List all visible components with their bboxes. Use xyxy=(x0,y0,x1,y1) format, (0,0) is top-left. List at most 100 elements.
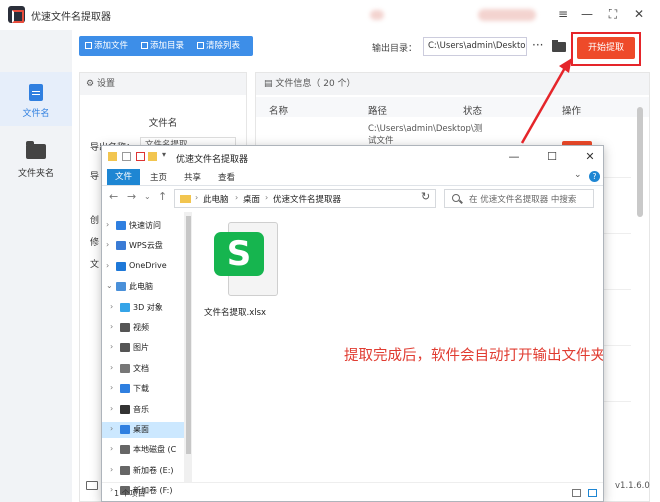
explorer-maximize-button[interactable]: ☐ xyxy=(542,149,562,165)
nav-item[interactable]: › 快速访问 xyxy=(102,218,184,234)
nav-item-label: OneDrive xyxy=(129,260,167,270)
up-arrow-icon[interactable]: ↑ xyxy=(158,190,167,203)
recent-dropdown-icon[interactable]: ⌄ xyxy=(144,192,151,201)
app-title: 优速文件名提取器 xyxy=(31,12,111,23)
expand-caret-icon[interactable]: › xyxy=(110,342,113,351)
nav-item[interactable]: › 图片 xyxy=(102,340,184,356)
expand-caret-icon[interactable]: › xyxy=(110,404,113,413)
expand-caret-icon[interactable]: › xyxy=(110,383,113,392)
expand-caret-icon[interactable]: › xyxy=(110,302,113,311)
nav-item[interactable]: › 新加卷 (E:) xyxy=(102,463,184,479)
check-icon[interactable] xyxy=(136,152,145,161)
output-dir-label: 输出目录： xyxy=(372,44,418,54)
sidebar: 文件名 文件夹名 xyxy=(0,30,72,502)
breadcrumb-separator-icon[interactable]: › xyxy=(195,193,198,202)
explorer-statusbar: 1 个项目 xyxy=(102,482,603,501)
expand-caret-icon[interactable]: › xyxy=(106,240,109,249)
back-arrow-icon[interactable]: ← xyxy=(109,190,118,203)
forward-arrow-icon[interactable]: → xyxy=(127,190,136,203)
expand-caret-icon[interactable]: › xyxy=(110,465,113,474)
address-bar[interactable]: › 此电脑 › 桌面 › 优速文件名提取器 ⌄ xyxy=(174,189,482,208)
close-button[interactable]: ✕ xyxy=(630,5,648,23)
clear-list-button[interactable]: 清除列表 xyxy=(197,36,240,56)
new-folder-icon[interactable] xyxy=(148,152,157,161)
folder-icon xyxy=(108,152,117,161)
explorer-close-button[interactable]: ✕ xyxy=(580,149,600,165)
help-icon[interactable]: ? xyxy=(589,171,600,182)
tab-home[interactable]: 主页 xyxy=(150,171,167,183)
breadcrumb-this-pc[interactable]: 此电脑 xyxy=(203,193,229,205)
sidebar-item-foldername[interactable]: 文件夹名 xyxy=(0,132,72,186)
breadcrumb-separator-icon[interactable]: › xyxy=(235,193,238,202)
nav-item-label: 下载 xyxy=(133,384,149,394)
download-icon xyxy=(120,384,130,394)
desktop-icon xyxy=(120,425,130,434)
xlsx-file-item[interactable]: S xyxy=(214,222,284,300)
row-path-cell: C:\Users\admin\Desktop\测试文件 xyxy=(368,124,483,146)
minimize-button[interactable]: — xyxy=(578,5,596,23)
properties-icon[interactable] xyxy=(122,152,131,161)
nav-item[interactable]: › WPS云盘 xyxy=(102,238,184,254)
item-count: 1 个项目 xyxy=(114,489,146,498)
more-options-button[interactable]: ··· xyxy=(532,38,543,52)
expand-caret-icon[interactable]: › xyxy=(106,220,109,229)
quick-access-dropdown-icon[interactable]: ▾ xyxy=(162,150,166,159)
nav-item[interactable]: › 视频 xyxy=(102,320,184,336)
add-file-icon xyxy=(85,42,92,49)
nav-item[interactable]: › 桌面 xyxy=(102,422,184,438)
browse-folder-icon[interactable] xyxy=(552,40,566,52)
add-file-label: 添加文件 xyxy=(94,41,129,51)
explorer-minimize-button[interactable]: — xyxy=(504,149,524,165)
refresh-icon[interactable]: ↻ xyxy=(421,190,430,203)
breadcrumb-separator-icon[interactable]: › xyxy=(265,193,268,202)
output-dir-input[interactable]: C:\Users\admin\Deskto xyxy=(423,37,527,56)
expand-caret-icon[interactable]: › xyxy=(110,444,113,453)
start-extract-button[interactable]: 开始提取 xyxy=(577,37,635,59)
drive-icon xyxy=(120,465,130,475)
settings-gear-icon: ⚙ xyxy=(86,79,97,89)
ribbon-expand-icon[interactable]: ⌄ xyxy=(574,170,582,180)
file-name-label[interactable]: 文件名提取.xlsx xyxy=(204,306,266,318)
nav-item[interactable]: ⌄ 此电脑 xyxy=(102,279,184,295)
breadcrumb-current-folder[interactable]: 优速文件名提取器 xyxy=(273,193,341,205)
breadcrumb-desktop[interactable]: 桌面 xyxy=(243,193,260,205)
tab-file[interactable]: 文件 xyxy=(107,169,140,185)
tab-view[interactable]: 查看 xyxy=(218,171,235,183)
star-icon xyxy=(116,221,126,230)
nav-item[interactable]: › OneDrive xyxy=(102,259,184,275)
settings-row-label: 创 xyxy=(90,216,100,226)
expand-caret-icon[interactable]: › xyxy=(110,363,113,372)
nav-item-label: WPS云盘 xyxy=(129,241,163,251)
expand-caret-icon[interactable]: › xyxy=(106,261,109,270)
search-input[interactable]: 在 优速文件名提取器 中搜索 xyxy=(444,189,594,208)
nav-item[interactable]: › 文档 xyxy=(102,361,184,377)
navigation-pane: › 快速访问 › WPS云盘 › OneDrive ⌄ 此电脑 › 3D 对象 › 视频 › 图片 › 文档 ›… xyxy=(102,212,184,496)
sidebar-item-label: 文件名 xyxy=(22,109,50,119)
explorer-title: 优速文件名提取器 xyxy=(176,155,249,165)
nav-item-label: 文档 xyxy=(133,363,149,373)
add-file-button[interactable]: 添加文件 xyxy=(85,36,128,56)
nav-item[interactable]: › 音乐 xyxy=(102,402,184,418)
nav-item[interactable]: › 下载 xyxy=(102,381,184,397)
music-icon xyxy=(120,404,130,414)
expand-caret-icon[interactable]: › xyxy=(110,322,113,331)
settings-header: ⚙ 设置 xyxy=(80,73,246,95)
expand-caret-icon[interactable]: ⌄ xyxy=(106,281,113,290)
large-icons-view-icon[interactable] xyxy=(588,489,597,497)
maximize-button[interactable]: ⛶ xyxy=(604,5,622,23)
menu-icon[interactable]: ≡ xyxy=(554,5,572,23)
nav-scrollbar[interactable] xyxy=(186,216,191,454)
file-list-scrollbar[interactable] xyxy=(637,107,643,217)
nav-item[interactable]: › 3D 对象 xyxy=(102,300,184,316)
details-view-icon[interactable] xyxy=(572,489,581,497)
column-header-row xyxy=(256,97,649,117)
tab-share[interactable]: 共享 xyxy=(184,171,201,183)
nav-item[interactable]: › 本地磁盘 (C xyxy=(102,442,184,458)
sidebar-item-label: 文件夹名 xyxy=(17,169,54,179)
expand-caret-icon[interactable]: › xyxy=(110,424,113,433)
sidebar-item-filename[interactable]: 文件名 xyxy=(0,72,72,126)
file-list-icon: ▤ xyxy=(264,79,276,89)
file-list-header-label: 文件信息（ 20 个） xyxy=(275,79,356,89)
drive-icon xyxy=(120,445,130,455)
add-folder-button[interactable]: 添加目录 xyxy=(141,36,184,56)
